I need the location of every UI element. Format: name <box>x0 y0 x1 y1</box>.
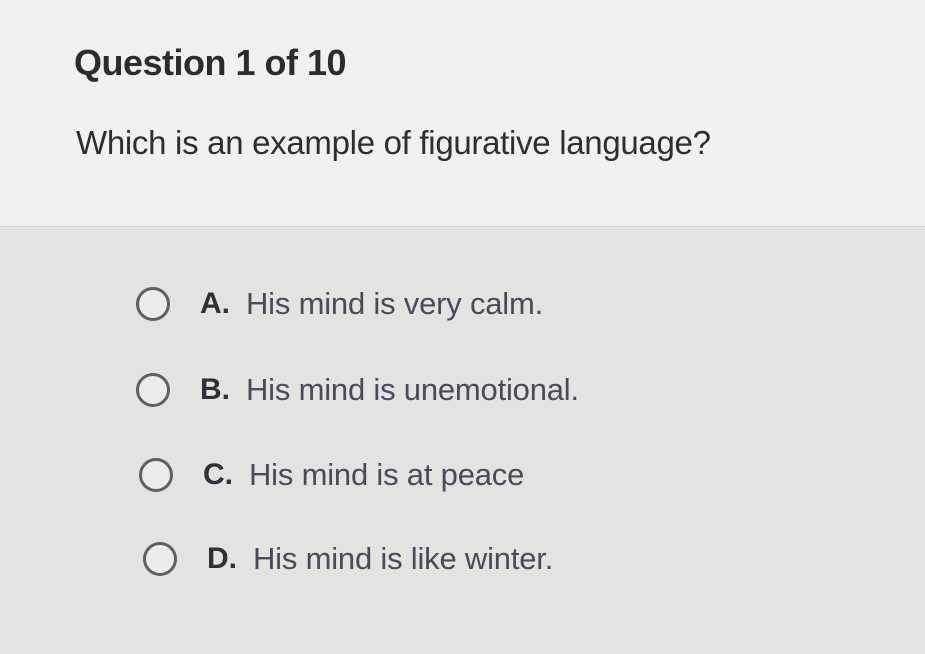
radio-button-d[interactable] <box>143 542 177 576</box>
answer-option-b[interactable]: B. His mind is unemotional. <box>136 368 579 412</box>
question-panel: Question 1 of 10 Which is an example of … <box>0 0 925 227</box>
radio-button-a[interactable] <box>136 287 170 321</box>
radio-button-c[interactable] <box>139 458 173 492</box>
question-counter: Question 1 of 10 <box>74 42 347 83</box>
option-letter-c: C. <box>203 458 233 491</box>
option-text-b: His mind is unemotional. <box>246 372 579 407</box>
option-letter-a: A. <box>200 287 230 320</box>
answer-option-d[interactable]: D. His mind is like winter. <box>143 537 553 581</box>
option-text-d: His mind is like winter. <box>253 541 554 576</box>
answer-options: A. His mind is very calm. B. His mind is… <box>0 227 925 654</box>
option-text-a: His mind is very calm. <box>246 286 544 321</box>
option-letter-b: B. <box>200 373 230 406</box>
answer-option-c[interactable]: C. His mind is at peace <box>139 453 524 497</box>
option-letter-d: D. <box>207 542 237 575</box>
radio-button-b[interactable] <box>136 373 170 407</box>
question-prompt: Which is an example of figurative langua… <box>76 124 711 161</box>
option-text-c: His mind is at peace <box>249 457 525 492</box>
answer-option-a[interactable]: A. His mind is very calm. <box>136 282 543 326</box>
